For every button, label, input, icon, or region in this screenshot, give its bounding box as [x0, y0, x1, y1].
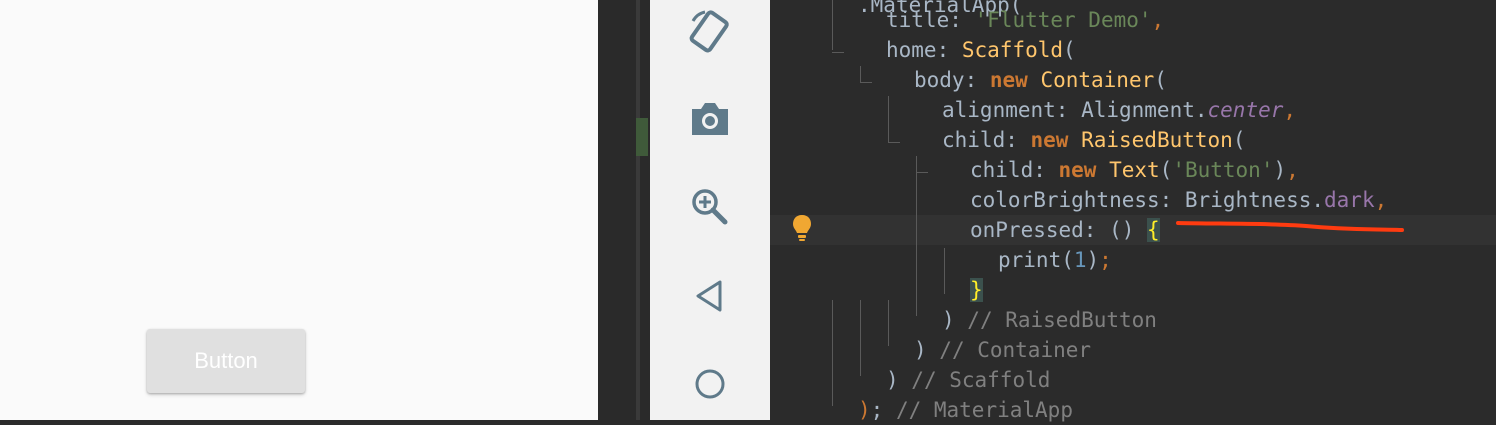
code-line[interactable]: child: new Text('Button'),	[970, 155, 1299, 185]
code-token: new	[1030, 128, 1082, 152]
code-line[interactable]: ); // MaterialApp	[858, 395, 1073, 425]
code-token: )	[886, 368, 912, 392]
code-line[interactable]: ) // Container	[914, 335, 1091, 365]
indent-guide	[888, 142, 900, 143]
code-token: title:	[886, 8, 975, 32]
code-token: Text	[1109, 158, 1160, 182]
code-token: new	[989, 68, 1041, 92]
code-token: ,	[1374, 188, 1388, 212]
raised-button[interactable]: Button	[147, 329, 305, 393]
code-token: print(	[998, 248, 1074, 272]
code-token: dark	[1324, 188, 1375, 212]
emulator-screen: Button	[0, 0, 598, 420]
code-token: onPressed: ()	[970, 218, 1148, 242]
code-token: }	[970, 278, 983, 302]
back-button[interactable]	[680, 266, 740, 326]
rotate-button[interactable]	[680, 2, 740, 62]
code-line[interactable]: child: new RaisedButton(	[942, 125, 1245, 155]
indent-guide	[860, 82, 872, 83]
emulator-frame-indicator	[636, 118, 648, 156]
code-token: {	[1147, 218, 1160, 242]
code-line[interactable]: onPressed: () {	[970, 215, 1160, 245]
indent-guide	[860, 66, 861, 82]
indent-guide	[888, 300, 889, 346]
indent-guide	[832, 52, 844, 53]
emulator-bezel	[598, 0, 650, 420]
zoom-in-icon	[692, 189, 728, 225]
code-line[interactable]: }	[970, 275, 983, 305]
code-token: 'Button'	[1172, 158, 1274, 182]
code-token: // Container	[939, 338, 1092, 362]
code-token: Scaffold	[961, 38, 1064, 62]
code-line[interactable]: print(1);	[998, 245, 1112, 275]
code-line[interactable]: colorBrightness: Brightness.dark,	[970, 185, 1387, 215]
emulator-toolbar	[650, 0, 771, 420]
back-icon	[696, 280, 722, 312]
code-line[interactable]: body: new Container(	[914, 65, 1167, 95]
indent-guide	[860, 300, 861, 376]
screenshot-button[interactable]	[680, 89, 740, 149]
home-button[interactable]	[680, 354, 740, 414]
code-token: )	[1086, 248, 1100, 272]
code-token: (	[1159, 158, 1173, 182]
code-token: // RaisedButton	[967, 308, 1157, 332]
camera-icon	[692, 103, 728, 135]
code-token: colorBrightness: Brightness.	[970, 188, 1325, 212]
indent-guide	[916, 156, 917, 316]
annotation-underline	[1176, 221, 1404, 232]
code-token: .	[858, 0, 871, 17]
code-token: body:	[914, 68, 990, 92]
code-token: Container	[1040, 68, 1155, 92]
code-token: center	[1207, 98, 1284, 122]
code-token: )	[1273, 158, 1287, 182]
code-line[interactable]: alignment: Alignment.center,	[942, 95, 1296, 125]
code-token: child:	[942, 128, 1031, 152]
code-line[interactable]: ) // RaisedButton	[942, 305, 1157, 335]
emulator-frame-edge	[636, 0, 640, 420]
code-token: ,	[1286, 158, 1299, 182]
code-token: )	[858, 398, 871, 422]
code-token: // MaterialApp	[895, 398, 1073, 422]
code-token: ;	[1099, 248, 1112, 272]
code-editor[interactable]: .MaterialApp(title: 'Flutter Demo', home:…	[770, 0, 1496, 422]
code-token: // Scaffold	[911, 368, 1051, 392]
code-token: ,	[1283, 98, 1297, 122]
code-token: ,	[1151, 8, 1165, 32]
code-token: RaisedButton	[1081, 128, 1233, 152]
code-token: new	[1058, 158, 1110, 182]
code-line[interactable]: home: Scaffold(	[886, 35, 1076, 65]
indent-guide	[888, 96, 889, 142]
lightbulb-icon[interactable]	[790, 213, 814, 243]
code-token: 1	[1073, 248, 1087, 272]
code-token: (	[1154, 68, 1167, 92]
rotate-icon	[689, 10, 729, 53]
code-token: alignment: Alignment.	[942, 98, 1208, 122]
code-token: )	[914, 338, 940, 362]
home-icon	[695, 369, 725, 399]
indent-guide	[832, 300, 833, 406]
code-token: )	[942, 308, 968, 332]
code-line[interactable]: title: 'Flutter Demo',	[886, 5, 1164, 35]
code-token: child:	[970, 158, 1059, 182]
indent-guide	[944, 248, 945, 294]
code-token: 'Flutter Demo'	[974, 8, 1152, 32]
indent-guide	[832, 22, 833, 50]
code-token: (	[1232, 128, 1246, 152]
zoom-button[interactable]	[680, 177, 740, 237]
code-token: (	[1063, 38, 1076, 62]
code-line[interactable]: ) // Scaffold	[886, 365, 1050, 395]
indent-guide	[916, 172, 928, 173]
code-token: ;	[870, 398, 896, 422]
code-token: home:	[886, 38, 962, 62]
